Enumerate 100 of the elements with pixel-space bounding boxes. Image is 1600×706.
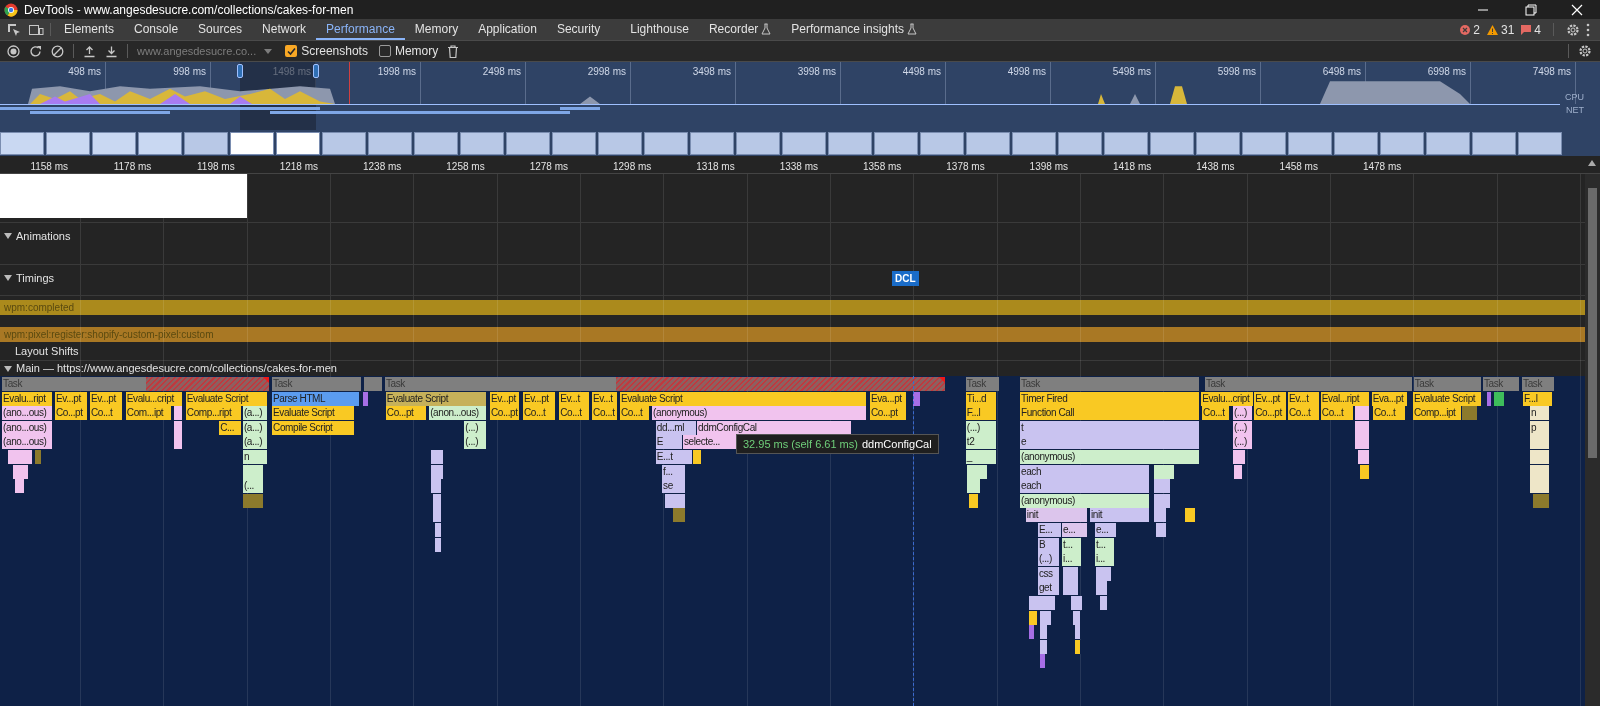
flame-entry[interactable] xyxy=(1355,406,1370,421)
issues-counter[interactable]: 2 31 4 xyxy=(1460,19,1541,40)
expand-triangle-icon[interactable] xyxy=(4,274,12,283)
checkbox-option[interactable]: Memory xyxy=(378,42,439,60)
flame-entry[interactable] xyxy=(433,508,442,523)
flame-entry[interactable]: t2 xyxy=(965,435,998,450)
flame-entry[interactable] xyxy=(1075,639,1082,654)
flame-entry[interactable] xyxy=(1075,625,1082,640)
flame-entry[interactable]: Evaluate Script xyxy=(385,391,488,406)
flame-entry[interactable]: E xyxy=(655,435,683,450)
tab[interactable]: Console xyxy=(124,19,189,40)
flame-entry[interactable] xyxy=(966,479,982,494)
flame-entry[interactable] xyxy=(242,464,265,479)
flame-entry[interactable]: (anonymous) xyxy=(652,406,868,421)
flame-entry[interactable]: Ev...t xyxy=(559,391,590,406)
flame-entry[interactable] xyxy=(1029,610,1038,625)
flame-entry[interactable]: Evaluate Script xyxy=(272,406,355,421)
flame-entry[interactable] xyxy=(1062,566,1080,581)
tab[interactable]: Lighthouse xyxy=(620,19,699,40)
flame-entry[interactable] xyxy=(174,435,183,450)
tab[interactable]: Elements xyxy=(54,19,125,40)
scroll-up-icon[interactable] xyxy=(1588,160,1596,166)
flame-entry[interactable] xyxy=(692,450,703,464)
flame-entry[interactable] xyxy=(1039,610,1053,625)
settings-icon[interactable] xyxy=(1578,44,1592,58)
flame-entry[interactable]: css xyxy=(1037,566,1060,581)
flame-entry[interactable] xyxy=(1039,625,1048,640)
flame-entry[interactable] xyxy=(1359,464,1370,479)
flame-entry[interactable]: B xyxy=(1037,537,1060,552)
flame-entry[interactable]: (...) xyxy=(1232,420,1253,435)
flame-entry[interactable]: Ev...pt xyxy=(90,391,123,406)
track-title[interactable]: Animations xyxy=(16,228,71,245)
flame-entry[interactable]: E... xyxy=(1037,523,1063,537)
expand-triangle-icon[interactable] xyxy=(4,232,12,241)
flame-entry[interactable] xyxy=(1494,391,1505,406)
flame-entry[interactable]: e xyxy=(1020,435,1200,450)
tab[interactable]: Memory xyxy=(404,19,469,40)
checkbox[interactable] xyxy=(285,45,298,57)
flame-entry[interactable]: Co...t xyxy=(1320,406,1355,421)
scrollbar-thumb[interactable] xyxy=(1588,188,1597,458)
flame-entry[interactable] xyxy=(1355,420,1370,435)
flame-entry[interactable]: (ano...ous) xyxy=(2,406,53,421)
flame-entry[interactable]: (...) xyxy=(965,420,998,435)
flame-entry[interactable] xyxy=(1232,450,1246,464)
flame-entry[interactable]: dd...ml xyxy=(655,420,698,435)
flame-entry[interactable] xyxy=(1154,464,1175,479)
flame-entry[interactable]: Eva...pt xyxy=(870,391,908,406)
flame-entry[interactable]: init xyxy=(1090,508,1150,523)
flame-entry[interactable]: F...l xyxy=(1522,391,1553,406)
flame-entry[interactable]: Parse HTML xyxy=(272,391,360,406)
trash-icon[interactable] xyxy=(447,44,460,58)
flame-entry[interactable]: Evalu...cript xyxy=(125,391,183,406)
flame-entry[interactable] xyxy=(1095,566,1113,581)
tab[interactable]: Security xyxy=(546,19,611,40)
flame-entry[interactable]: e... xyxy=(1062,523,1088,537)
reload-icon[interactable] xyxy=(29,44,42,58)
flame-entry[interactable]: Eval...ript xyxy=(1320,391,1370,406)
flame-entry[interactable]: t... xyxy=(1062,537,1083,552)
flame-entry[interactable]: t xyxy=(1020,420,1200,435)
flame-entry[interactable]: C... xyxy=(219,420,243,435)
flame-entry[interactable] xyxy=(664,493,686,508)
flame-entry[interactable]: each xyxy=(1020,479,1150,494)
flame-entry[interactable]: f... xyxy=(662,464,686,479)
flame-entry[interactable]: n xyxy=(242,450,268,464)
recording-select[interactable]: www.angesdesucre.co... xyxy=(137,42,275,60)
flame-entry[interactable]: Co...t xyxy=(559,406,590,421)
flame-entry[interactable] xyxy=(1154,493,1171,508)
upload-icon[interactable] xyxy=(83,44,96,58)
more-options-icon[interactable] xyxy=(1586,22,1590,37)
flame-entry[interactable] xyxy=(433,493,442,508)
flame-entry[interactable]: (a...) xyxy=(242,435,268,450)
flame-entry[interactable] xyxy=(1156,523,1167,537)
flame-entry[interactable] xyxy=(1530,464,1550,479)
flame-entry[interactable]: (anonymous) xyxy=(1020,493,1150,508)
flame-entry[interactable]: (...) xyxy=(1232,406,1253,421)
flame-entry[interactable]: Ev...t xyxy=(1287,391,1320,406)
flame-entry[interactable] xyxy=(431,479,442,494)
flame-entry[interactable]: Co...pt xyxy=(1254,406,1288,421)
flame-entry[interactable]: (ano...ous) xyxy=(2,435,53,450)
flame-entry[interactable]: p xyxy=(1530,420,1550,435)
selection-handle[interactable] xyxy=(313,64,319,78)
flame-entry[interactable] xyxy=(1029,596,1057,610)
flame-entry[interactable]: i... xyxy=(1095,552,1115,567)
tab[interactable]: Performance insights xyxy=(781,19,928,40)
flame-entry[interactable]: Evaluate Script xyxy=(185,391,268,406)
flame-entry[interactable]: Co...t xyxy=(522,406,556,421)
track-title[interactable]: Main — https://www.angesdesucre.com/collections/cakes-for-men xyxy=(16,360,337,377)
flame-entry[interactable] xyxy=(1358,450,1370,464)
track-title[interactable]: Timings xyxy=(16,270,55,287)
flame-entry[interactable]: E...t xyxy=(655,450,693,464)
flame-entry[interactable]: F...l xyxy=(965,406,998,421)
close-icon[interactable] xyxy=(1570,2,1584,17)
flame-entry[interactable] xyxy=(1100,596,1109,610)
flame-entry[interactable]: i... xyxy=(1062,552,1083,567)
flame-entry[interactable]: Ev...pt xyxy=(55,391,88,406)
flame-entry[interactable] xyxy=(1530,450,1550,464)
flame-entry[interactable]: Com...ipt xyxy=(125,406,173,421)
flame-entry[interactable] xyxy=(435,537,442,552)
flame-entry[interactable] xyxy=(1154,508,1167,523)
selection-handle[interactable] xyxy=(237,64,243,78)
